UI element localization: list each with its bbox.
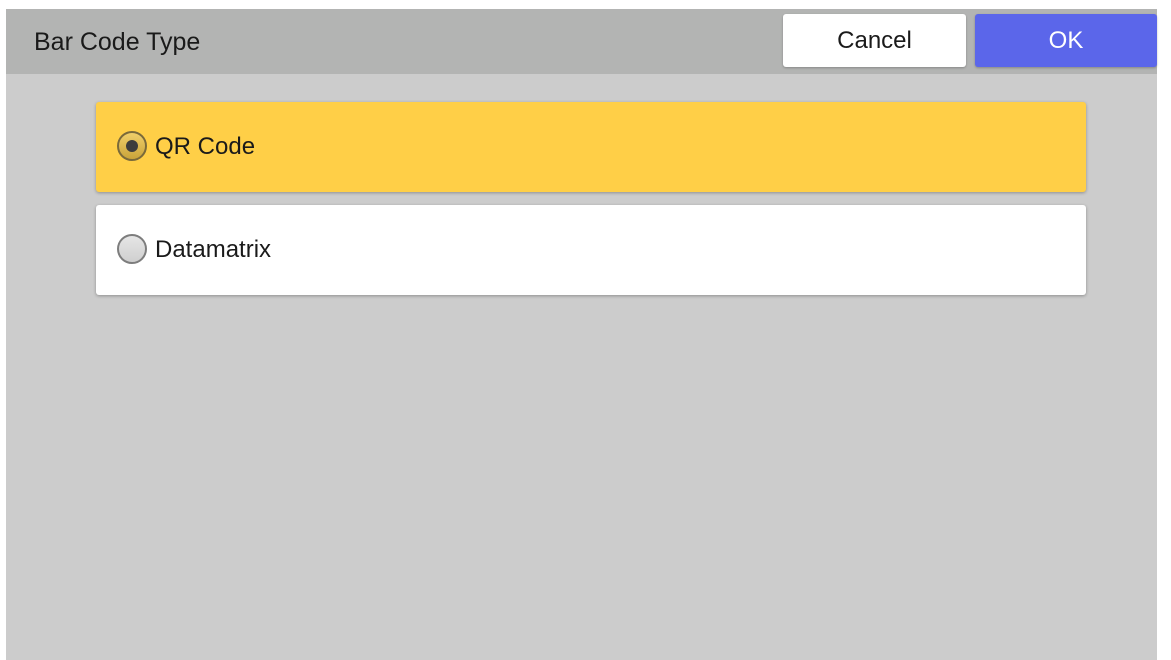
ok-button[interactable]: OK <box>975 14 1157 67</box>
radio-button-qr-code[interactable] <box>117 131 147 161</box>
option-datamatrix[interactable]: Datamatrix <box>96 205 1086 295</box>
option-qr-code[interactable]: QR Code <box>96 102 1086 192</box>
dialog-title: Bar Code Type <box>34 28 201 56</box>
bar-code-type-dialog: Bar Code Type Cancel OK QR Code Datamatr… <box>6 9 1157 660</box>
dialog-header: Bar Code Type Cancel OK <box>6 9 1157 74</box>
cancel-button[interactable]: Cancel <box>783 14 966 67</box>
option-label-qr-code: QR Code <box>155 133 256 160</box>
radio-button-datamatrix[interactable] <box>117 234 147 264</box>
option-label-datamatrix: Datamatrix <box>155 236 272 263</box>
